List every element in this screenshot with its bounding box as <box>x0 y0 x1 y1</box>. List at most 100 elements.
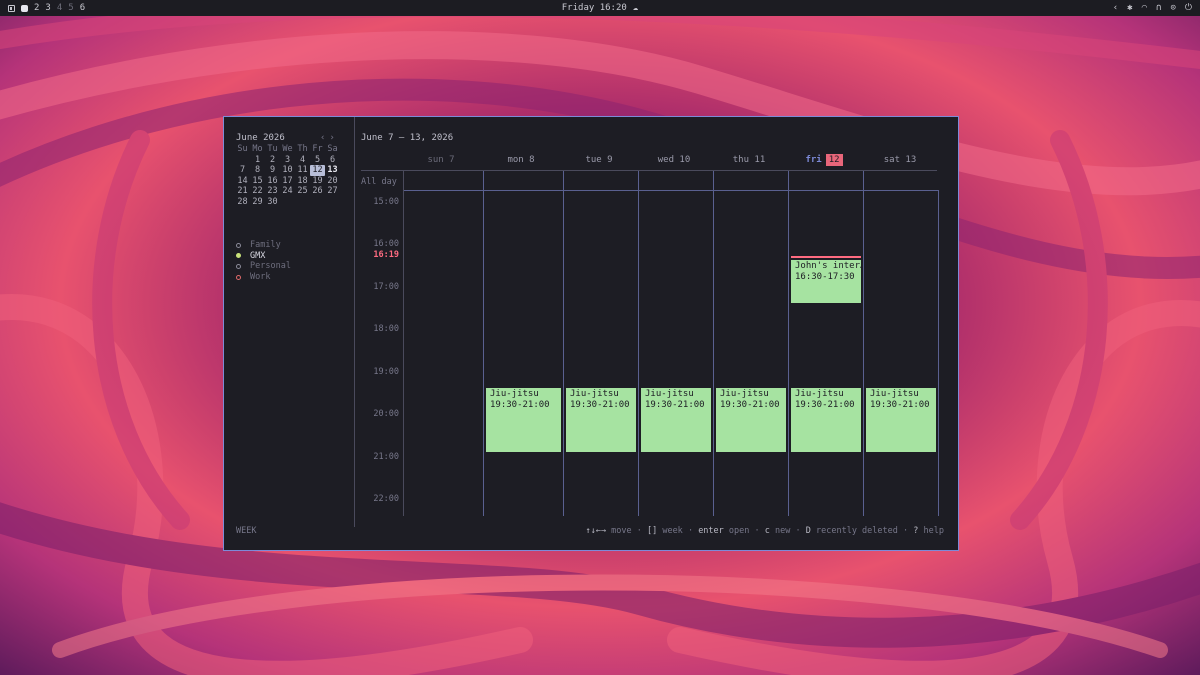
event-title: Jiu-jitsu <box>490 389 539 399</box>
hint-label: week <box>662 526 683 536</box>
mini-calendar-day[interactable]: 19 <box>310 176 325 187</box>
mini-calendar-day[interactable]: 3 <box>280 155 295 166</box>
bluetooth-icon[interactable]: ✱ <box>1127 3 1132 13</box>
system-tray: ‹ ✱ ◠ ∩ ⊙ ⏻ <box>1113 0 1192 16</box>
mini-calendar-empty <box>310 197 325 208</box>
hint-key: [] <box>646 526 658 536</box>
mini-calendar-day[interactable]: 14 <box>235 176 250 187</box>
mini-calendar-day[interactable]: 22 <box>250 186 265 197</box>
mini-calendar-day[interactable]: 24 <box>280 186 295 197</box>
workspace-6[interactable]: 6 <box>80 3 85 13</box>
clock[interactable]: Friday 16:20 <box>562 3 627 13</box>
mini-calendar-day[interactable]: 20 <box>325 176 340 187</box>
mini-calendar-day[interactable]: 21 <box>235 186 250 197</box>
mini-calendar-day[interactable]: 2 <box>265 155 280 166</box>
column-divider <box>638 171 639 516</box>
mini-calendar-week: 14 15 16 17 18 19 20 <box>235 176 340 187</box>
mini-calendar-week: 7 8 9 10 11 12 13 <box>235 165 340 176</box>
mini-calendar-day[interactable]: 26 <box>310 186 325 197</box>
calendar-toggle-dot <box>236 242 241 248</box>
day-header-thu[interactable]: thu 11 <box>713 154 785 166</box>
power-icon[interactable]: ⏻ <box>1185 3 1192 13</box>
day-header-tue[interactable]: tue 9 <box>563 154 635 166</box>
settings-icon[interactable]: ⊙ <box>1170 3 1175 13</box>
mini-calendar-day[interactable]: 27 <box>325 186 340 197</box>
day-header-wed[interactable]: wed 10 <box>638 154 710 166</box>
mini-calendar: Su Mo Tu We Th Fr Sa 1 2 3 4 5 6 7 8 9 10 11 12 13 14… <box>235 144 340 208</box>
mini-calendar-day[interactable]: 1 <box>250 155 265 166</box>
mini-calendar-empty <box>235 155 250 166</box>
day-header-sat[interactable]: sat 13 <box>863 154 937 166</box>
hour-label: 17:00 <box>373 282 399 292</box>
mini-calendar-day[interactable]: 15 <box>250 176 265 187</box>
mini-calendar-day[interactable]: 28 <box>235 197 250 208</box>
workspace-switcher: 2 3 4 5 6 <box>8 0 85 16</box>
day-header-mon[interactable]: mon 8 <box>483 154 559 166</box>
wifi-icon[interactable]: ◠ <box>1142 3 1147 13</box>
event-jiu-jitsu-wed[interactable]: Jiu-jitsu 19:30-21:00 <box>641 388 711 452</box>
mini-calendar-weekdays: Su Mo Tu We Th Fr Sa <box>235 144 340 155</box>
mini-calendar-day[interactable]: 11 <box>295 165 310 176</box>
event-johns-interview[interactable]: John's inter… 16:30-17:30 <box>791 260 861 303</box>
mini-calendar-day[interactable]: 30 <box>265 197 280 208</box>
mini-calendar-day[interactable]: 16 <box>265 176 280 187</box>
today-badge: 12 <box>825 154 843 166</box>
prev-month-button[interactable]: ‹ <box>320 133 329 143</box>
workspace-4[interactable]: 4 <box>57 3 62 13</box>
column-divider <box>863 171 864 516</box>
event-jiu-jitsu-thu[interactable]: Jiu-jitsu 19:30-21:00 <box>716 388 786 452</box>
column-divider <box>713 171 714 516</box>
event-jiu-jitsu-sat[interactable]: Jiu-jitsu 19:30-21:00 <box>866 388 936 452</box>
event-time: 19:30-21:00 <box>795 400 855 410</box>
event-jiu-jitsu-tue[interactable]: Jiu-jitsu 19:30-21:00 <box>566 388 636 452</box>
event-title: Jiu-jitsu <box>570 389 619 399</box>
workspace-5[interactable]: 5 <box>68 3 73 13</box>
hint-label: recently deleted <box>816 526 898 536</box>
mini-calendar-day[interactable]: 25 <box>295 186 310 197</box>
hour-label: 21:00 <box>373 452 399 462</box>
mini-calendar-day[interactable]: 23 <box>265 186 280 197</box>
hint-key: ↑↓←→ <box>585 526 606 536</box>
mini-calendar-day[interactable]: 18 <box>295 176 310 187</box>
calendar-family[interactable]: Family <box>236 240 291 251</box>
mini-calendar-day[interactable]: 5 <box>310 155 325 166</box>
calendar-gmx[interactable]: GMX <box>236 251 291 262</box>
day-header-sun[interactable]: sun 7 <box>403 154 479 166</box>
mini-calendar-day[interactable]: 13 <box>325 165 340 176</box>
mini-calendar-day[interactable]: 29 <box>250 197 265 208</box>
hint-label: move <box>611 526 632 536</box>
calendar-work[interactable]: Work <box>236 272 291 283</box>
event-jiu-jitsu-mon[interactable]: Jiu-jitsu 19:30-21:00 <box>486 388 561 452</box>
mini-calendar-day[interactable]: 8 <box>250 165 265 176</box>
workspace-2[interactable]: 2 <box>34 3 39 13</box>
mini-calendar-day[interactable]: 10 <box>280 165 295 176</box>
chevron-left-icon[interactable]: ‹ <box>1113 3 1118 13</box>
event-jiu-jitsu-fri[interactable]: Jiu-jitsu 19:30-21:00 <box>791 388 861 452</box>
mini-calendar-day[interactable]: 12 <box>310 165 325 176</box>
layout-icon[interactable] <box>8 4 15 12</box>
event-title: Jiu-jitsu <box>645 389 694 399</box>
headphones-icon[interactable]: ∩ <box>1156 3 1161 13</box>
mini-calendar-day[interactable]: 17 <box>280 176 295 187</box>
mini-calendar-day[interactable]: 7 <box>235 165 250 176</box>
event-title: Jiu-jitsu <box>870 389 919 399</box>
workspace-3[interactable]: 3 <box>45 3 50 13</box>
day-headers: sun 7 mon 8 tue 9 wed 10 thu 11 fri 12 sa… <box>355 154 959 168</box>
mini-calendar-day[interactable]: 9 <box>265 165 280 176</box>
column-divider <box>788 171 789 516</box>
day-header-fri-today[interactable]: fri 12 <box>788 154 860 166</box>
event-title: John's inter… <box>795 261 861 271</box>
mini-calendar-week: 28 29 30 <box>235 197 340 208</box>
workspace-1-active[interactable] <box>21 4 28 12</box>
next-month-button[interactable]: › <box>329 133 338 143</box>
cloud-icon[interactable]: ☁ <box>633 3 638 13</box>
event-time: 19:30-21:00 <box>490 400 550 410</box>
mini-calendar-day[interactable]: 4 <box>295 155 310 166</box>
all-day-label: All day <box>361 177 397 187</box>
hint-separator: · <box>687 526 694 536</box>
event-time: 19:30-21:00 <box>570 400 630 410</box>
view-mode-label: WEEK <box>236 526 257 536</box>
hint-label: new <box>775 526 791 536</box>
calendar-personal[interactable]: Personal <box>236 261 291 272</box>
mini-calendar-day[interactable]: 6 <box>325 155 340 166</box>
